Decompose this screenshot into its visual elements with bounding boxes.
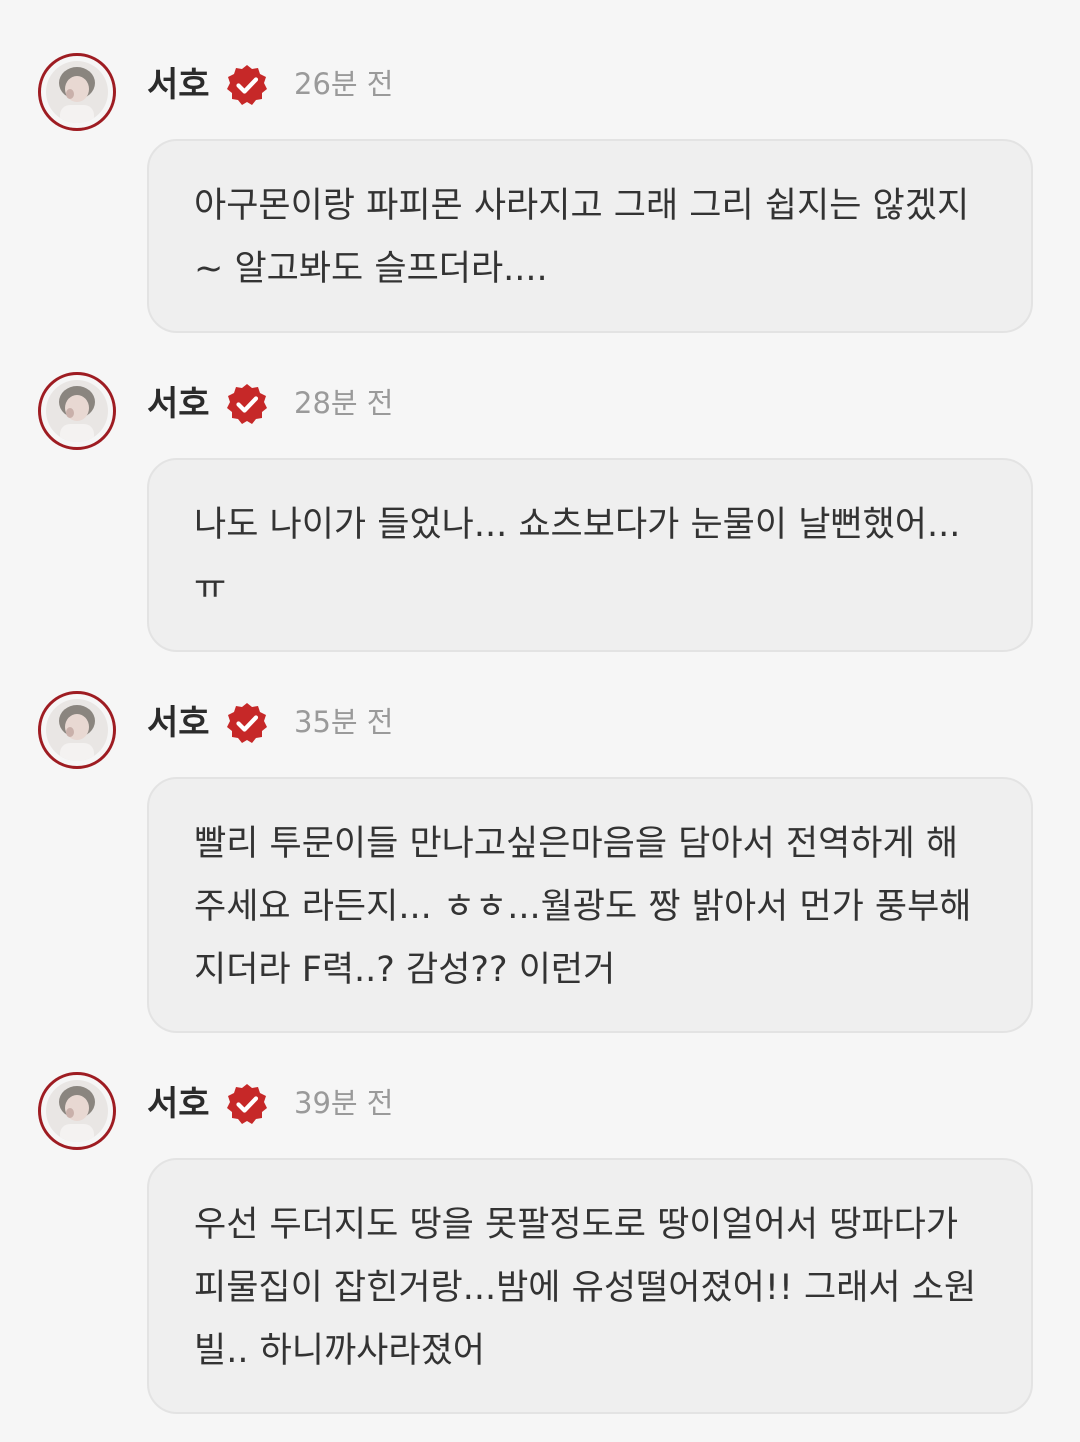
author-name: 서호 (147, 384, 210, 424)
avatar-photo (46, 699, 108, 761)
message-text: 아구몬이랑 파피몬 사라지고 그래 그리 쉽지는 않겠지~ 알고봐도 슬프더라.… (194, 186, 970, 289)
author-name: 서호 (147, 1084, 210, 1124)
message-text: 빨리 투문이들 만나고싶은마음을 담아서 전역하게 해주세요 라든지... ㅎㅎ… (194, 824, 972, 990)
message-bubble: 빨리 투문이들 만나고싶은마음을 담아서 전역하게 해주세요 라든지... ㅎㅎ… (147, 777, 1033, 1033)
avatar[interactable] (38, 372, 116, 450)
author-name: 서호 (147, 65, 210, 105)
verified-badge-icon (227, 703, 267, 743)
author-name: 서호 (147, 703, 210, 743)
message-bubble: 아구몬이랑 파피몬 사라지고 그래 그리 쉽지는 않겠지~ 알고봐도 슬프더라.… (147, 139, 1033, 333)
message-bubble: 우선 두더지도 땅을 못팔정도로 땅이얼어서 땅파다가 피물집이 잡힌거랑...… (147, 1158, 1033, 1414)
timestamp: 35분 전 (294, 705, 394, 739)
verified-badge-icon (227, 384, 267, 424)
message-text: 우선 두더지도 땅을 못팔정도로 땅이얼어서 땅파다가 피물집이 잡힌거랑...… (194, 1205, 977, 1371)
message-bubble: 나도 나이가 들었나... 쇼츠보다가 눈물이 날뻔했어...ㅠ (147, 458, 1033, 652)
avatar-photo (46, 61, 108, 123)
avatar-photo (46, 1080, 108, 1142)
avatar-photo (46, 380, 108, 442)
timestamp: 28분 전 (294, 386, 394, 420)
avatar[interactable] (38, 691, 116, 769)
avatar[interactable] (38, 53, 116, 131)
verified-badge-icon (227, 65, 267, 105)
verified-badge-icon (227, 1084, 267, 1124)
message-text: 나도 나이가 들었나... 쇼츠보다가 눈물이 날뻔했어...ㅠ (194, 505, 961, 608)
timestamp: 39분 전 (294, 1086, 394, 1120)
avatar[interactable] (38, 1072, 116, 1150)
timestamp: 26분 전 (294, 67, 394, 101)
